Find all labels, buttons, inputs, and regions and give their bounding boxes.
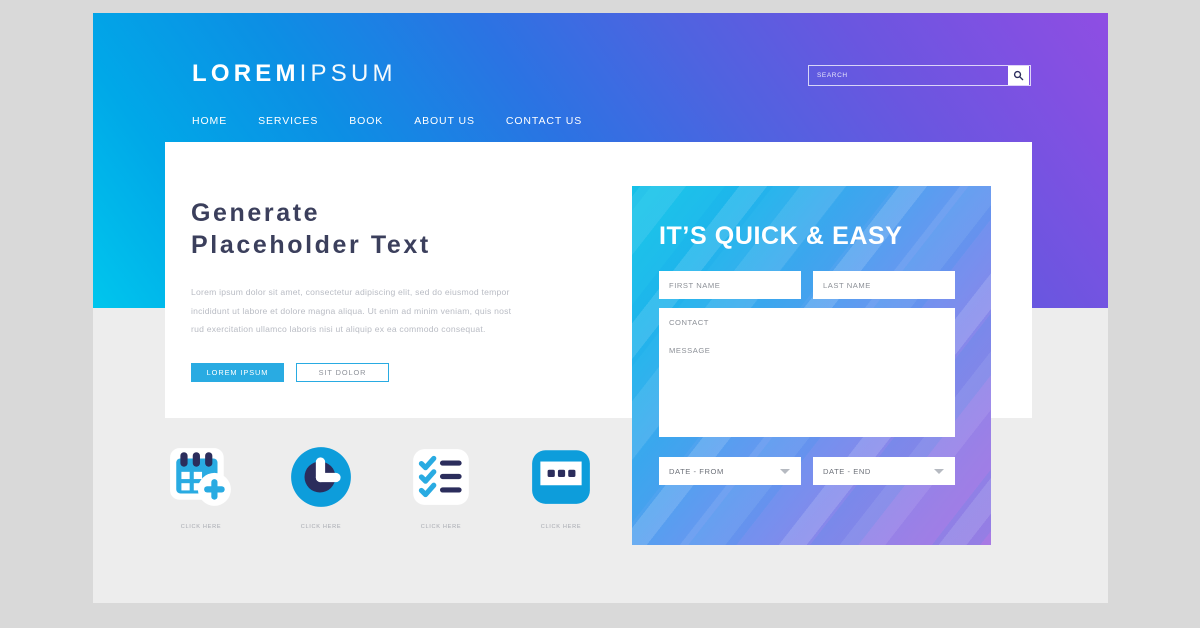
feature-caption: CLICK HERE [540,524,582,530]
first-name-input[interactable] [659,271,801,299]
message-textarea[interactable] [659,336,955,437]
window-dots-icon [525,441,597,513]
nav-item-about-us[interactable]: ABOUT US [414,115,475,127]
name-field-row [659,271,964,299]
contact-input[interactable] [659,308,955,336]
hero-button-group: LOREM IPSUM SIT DOLOR [191,363,541,383]
sit-dolor-button[interactable]: SIT DOLOR [296,363,389,383]
feature-icon-list: CLICK HERE CLICK HERE CLICK HERE CLICK H… [165,441,597,530]
date-from-label: DATE - FROM [669,466,724,476]
feature-item-calendar[interactable]: CLICK HERE [165,441,237,530]
feature-caption: CLICK HERE [300,524,342,530]
date-end-label: DATE - END [823,466,871,476]
feature-caption: CLICK HERE [180,524,222,530]
chevron-down-icon [934,469,944,474]
date-from-select[interactable]: DATE - FROM [659,457,801,485]
form-title: IT’S QUICK & EASY [659,222,903,250]
site-logo[interactable]: LOREMIPSUM [192,62,397,86]
page-sheet: LOREMIPSUM HOME SERVICES BOOK ABOUT US C… [93,13,1108,603]
hero-title-line-1: Generate [191,199,321,227]
hero-paragraph: Lorem ipsum dolor sit amet, consectetur … [191,287,512,335]
checklist-icon [405,441,477,513]
page-title: Generate Placeholder Text [191,197,541,261]
search-icon [1013,70,1024,81]
date-range-row: DATE - FROM DATE - END [659,457,964,485]
lorem-ipsum-button[interactable]: LOREM IPSUM [191,363,284,383]
search-input[interactable] [809,66,1008,85]
feature-item-checklist[interactable]: CLICK HERE [405,441,477,530]
feature-item-clock[interactable]: CLICK HERE [285,441,357,530]
hero-title-line-2: Placeholder Text [191,231,431,259]
logo-thin-text: IPSUM [299,60,397,87]
main-navigation: HOME SERVICES BOOK ABOUT US CONTACT US [192,115,582,127]
chevron-down-icon [780,469,790,474]
nav-item-home[interactable]: HOME [192,115,227,127]
nav-item-services[interactable]: SERVICES [258,115,318,127]
contact-form: IT’S QUICK & EASY DATE - FROM DATE - END [632,186,991,545]
search-bar [808,65,1031,86]
search-button[interactable] [1008,66,1029,85]
contact-form-card: IT’S QUICK & EASY DATE - FROM DATE - END [632,186,991,545]
clock-icon [285,441,357,513]
feature-caption: CLICK HERE [420,524,462,530]
date-end-select[interactable]: DATE - END [813,457,955,485]
calendar-add-icon [165,441,237,513]
nav-item-book[interactable]: BOOK [349,115,383,127]
feature-item-window[interactable]: CLICK HERE [525,441,597,530]
last-name-input[interactable] [813,271,955,299]
nav-item-contact-us[interactable]: CONTACT US [506,115,582,127]
logo-bold-text: LOREM [192,60,300,87]
hero-section: Generate Placeholder Text Lorem ipsum do… [191,197,541,383]
